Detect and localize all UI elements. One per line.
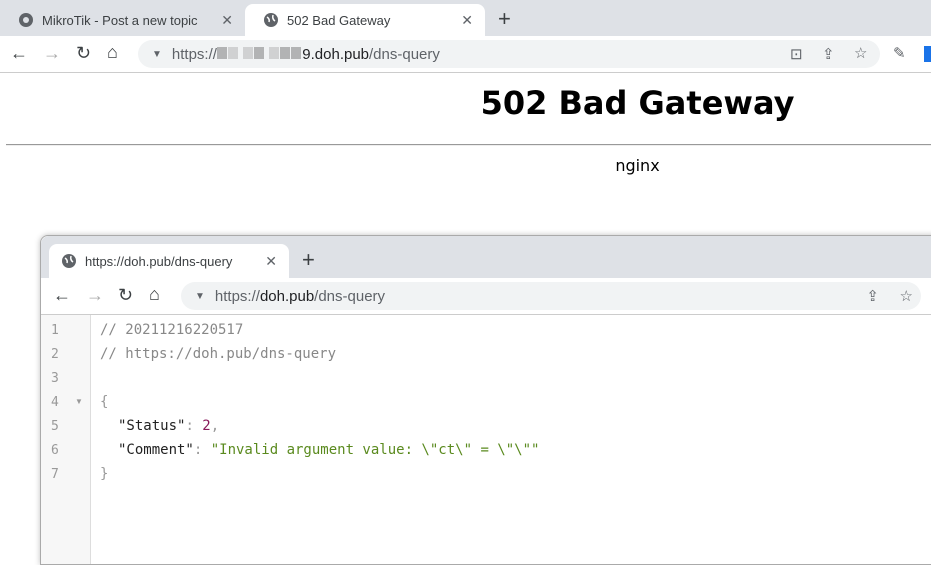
json-key: "Comment": [118, 442, 194, 458]
url-prefix: https://: [171, 45, 217, 63]
code-line-status: "Status": 2,: [118, 418, 219, 434]
share-icon[interactable]: ⇪: [866, 287, 879, 305]
punct: :: [185, 418, 203, 434]
tab-label: 502 Bad Gateway: [287, 12, 391, 28]
code-brace: {: [100, 394, 109, 410]
reload-icon[interactable]: ↻: [118, 285, 133, 306]
globe-icon: [263, 12, 279, 28]
new-tab-button[interactable]: +: [498, 6, 511, 32]
line-number: 1: [51, 323, 59, 338]
star-icon[interactable]: ☆: [854, 44, 867, 62]
translate-icon[interactable]: ⊡: [790, 45, 803, 63]
line-number: 2: [51, 347, 59, 362]
url-path: /dns-query: [314, 287, 386, 305]
page-title: 502 Bad Gateway: [480, 84, 795, 122]
tab-mikrotik[interactable]: MikroTik - Post a new topic ✕: [0, 4, 245, 36]
close-icon[interactable]: ✕: [221, 12, 233, 29]
home-icon[interactable]: ⌂: [149, 284, 160, 305]
url-prefix: https://: [214, 287, 260, 305]
inner-browser-window: https://doh.pub/dns-query ✕ + ← → ↻ ⌂ ▼ …: [40, 235, 931, 565]
line-number: 3: [51, 371, 59, 386]
forward-icon[interactable]: →: [43, 43, 61, 64]
home-icon[interactable]: ⌂: [107, 42, 118, 63]
share-icon[interactable]: ⇪: [822, 45, 835, 63]
line-number: 6: [51, 443, 59, 458]
line-number: 4: [51, 395, 59, 410]
json-key: "Status": [118, 418, 186, 434]
outer-tab-strip: MikroTik - Post a new topic ✕ 502 Bad Ga…: [0, 0, 931, 36]
back-icon[interactable]: ←: [53, 285, 71, 306]
inner-tab-strip: https://doh.pub/dns-query ✕ +: [41, 236, 931, 278]
divider: [6, 144, 931, 146]
close-icon[interactable]: ✕: [461, 12, 473, 29]
forward-icon[interactable]: →: [86, 285, 104, 306]
url-path: /dns-query: [369, 45, 440, 63]
code-brace: }: [100, 466, 109, 482]
tab-label: MikroTik - Post a new topic: [42, 12, 198, 28]
url-host: doh.pub: [259, 287, 315, 305]
back-icon[interactable]: ←: [10, 43, 28, 64]
close-icon[interactable]: ✕: [265, 253, 277, 270]
mikrotik-icon: [18, 12, 34, 28]
tab-502[interactable]: 502 Bad Gateway ✕: [245, 4, 485, 36]
extension-icon[interactable]: ✎: [893, 44, 906, 62]
server-name: nginx: [615, 156, 660, 175]
blurred-url: [216, 46, 302, 63]
new-tab-button[interactable]: +: [302, 247, 315, 273]
code-comment: // 20211216220517: [100, 322, 244, 338]
reload-icon[interactable]: ↻: [76, 43, 91, 64]
line-number: 7: [51, 467, 59, 482]
punct: ,: [210, 418, 220, 434]
address-bar[interactable]: ▼ https:// 9.doh.pub /dns-query: [138, 40, 880, 68]
json-number: 2: [202, 418, 211, 434]
tab-label: https://doh.pub/dns-query: [85, 253, 233, 269]
inner-toolbar: ← → ↻ ⌂ ▼ https://doh.pub/dns-query ⇪ ☆: [41, 278, 931, 315]
chevron-down-icon: ▼: [195, 290, 205, 302]
line-gutter: 1 2 3 4 ▼ 5 6 7: [41, 315, 91, 564]
tab-dns-query[interactable]: https://doh.pub/dns-query ✕: [49, 244, 289, 278]
globe-icon: [61, 253, 77, 269]
address-bar[interactable]: ▼ https://doh.pub/dns-query ⇪ ☆: [181, 282, 921, 310]
extension-icon[interactable]: [924, 46, 931, 62]
chevron-down-icon: ▼: [152, 48, 162, 60]
line-number: 5: [51, 419, 59, 434]
outer-toolbar: ← → ↻ ⌂ ▼ https:// 9.doh.pub /dns-query …: [0, 36, 931, 73]
json-string: "Invalid argument value: \"ct\" = \"\"": [210, 442, 540, 458]
star-icon[interactable]: ☆: [900, 287, 913, 305]
code-comment: // https://doh.pub/dns-query: [100, 346, 337, 362]
fold-arrow-icon[interactable]: ▼: [75, 397, 83, 406]
url-host: 9.doh.pub: [302, 45, 370, 63]
punct: :: [193, 442, 211, 458]
code-line-comment: "Comment": "Invalid argument value: \"ct…: [118, 442, 539, 458]
